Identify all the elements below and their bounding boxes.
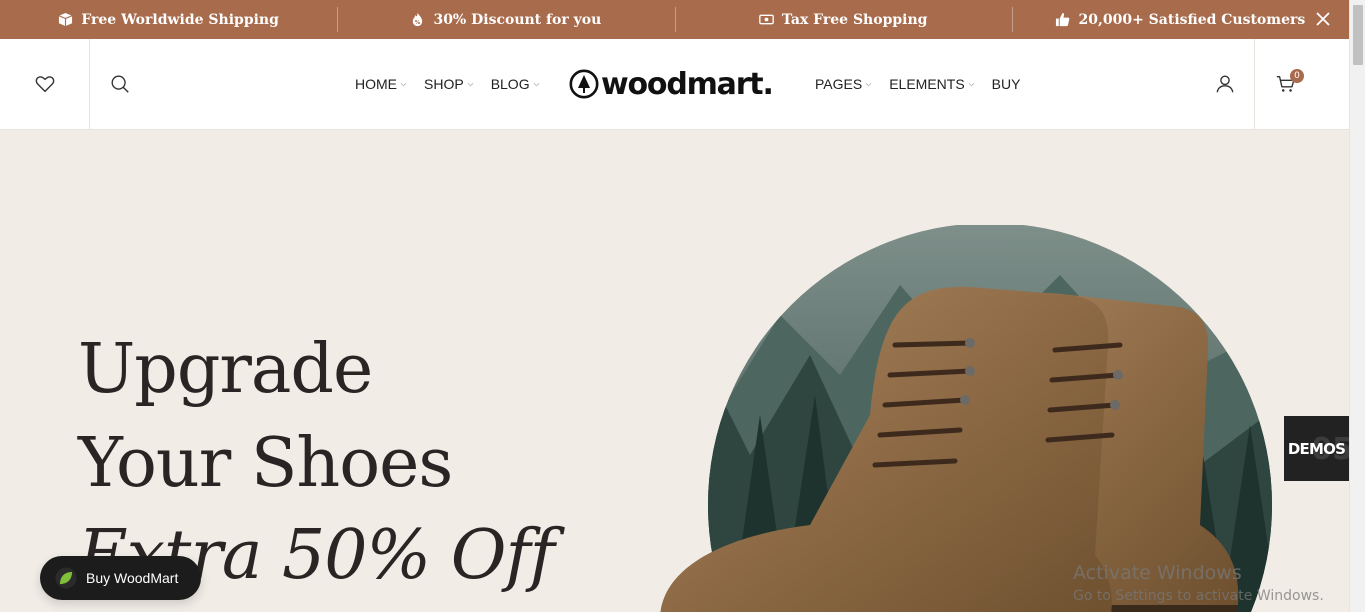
promo-item-shipping: Free Worldwide Shipping	[0, 0, 337, 39]
buy-woodmart-button[interactable]: Buy WoodMart	[40, 556, 201, 600]
nav-label: SHOP	[424, 76, 464, 92]
flame-icon: %	[413, 12, 423, 26]
tree-logo-icon	[569, 69, 599, 99]
nav-item-elements[interactable]: ELEMENTS	[889, 76, 975, 92]
promo-item-discount: % 30% Discount for you	[337, 0, 674, 39]
hero-line-2: Your Shoes	[78, 424, 453, 503]
demos-tab[interactable]: 05 DEMOS	[1284, 416, 1349, 481]
promo-label: Free Worldwide Shipping	[81, 11, 279, 28]
demos-count: 05	[1311, 432, 1349, 467]
thumbs-up-icon	[1056, 12, 1070, 27]
site-logo[interactable]: woodmart.	[569, 39, 774, 129]
promo-bar: Free Worldwide Shipping % 30% Discount f…	[0, 0, 1349, 39]
page-scrollbar[interactable]	[1349, 0, 1365, 612]
heart-icon	[35, 76, 54, 93]
site-header: HOME SHOP BLOG woodmart. PAGES ELEMENTS …	[0, 39, 1349, 130]
nav-item-buy[interactable]: BUY	[992, 76, 1021, 92]
promo-label: 30% Discount for you	[433, 11, 602, 28]
nav-label: BUY	[991, 76, 1021, 92]
close-icon[interactable]	[1313, 9, 1333, 29]
cart-button[interactable]: 0	[1256, 39, 1316, 129]
chevron-down-icon	[968, 82, 975, 86]
cart-count-badge: 0	[1290, 69, 1304, 83]
chevron-down-icon	[865, 82, 872, 86]
chevron-down-icon	[400, 82, 407, 86]
watermark-subtitle: Go to Settings to activate Windows.	[1073, 588, 1324, 604]
nav-label: PAGES	[815, 76, 863, 92]
chevron-down-icon	[533, 82, 540, 86]
buy-button-label: Buy WoodMart	[86, 570, 179, 586]
search-button[interactable]	[90, 39, 150, 129]
account-button[interactable]	[1195, 39, 1255, 129]
promo-item-tax: Tax Free Shopping	[674, 0, 1012, 39]
user-icon	[1216, 75, 1233, 93]
leaf-icon	[55, 567, 77, 589]
promo-item-customers: 20,000+ Satisfied Customers	[1011, 0, 1349, 39]
chevron-down-icon	[467, 82, 474, 86]
nav-item-pages[interactable]: PAGES	[815, 76, 872, 92]
nav-label: HOME	[355, 76, 397, 92]
svg-text:%: %	[415, 20, 421, 26]
main-nav-left: HOME SHOP BLOG	[355, 39, 540, 129]
watermark-title: Activate Windows	[1073, 562, 1242, 584]
nav-label: ELEMENTS	[889, 76, 965, 92]
hero-banner: Upgrade Your Shoes Extra 50% Off Activat…	[0, 130, 1349, 612]
search-icon	[111, 75, 129, 93]
logo-text: woodmart.	[601, 66, 774, 102]
hero-boots-image	[660, 225, 1272, 612]
promo-label: Tax Free Shopping	[781, 11, 928, 28]
main-nav-right: PAGES ELEMENTS BUY	[815, 39, 1020, 129]
nav-item-shop[interactable]: SHOP	[424, 76, 474, 92]
hero-line-1: Upgrade	[78, 330, 373, 409]
scrollbar-thumb[interactable]	[1353, 5, 1363, 65]
nav-item-home[interactable]: HOME	[355, 76, 407, 92]
wishlist-button[interactable]	[0, 39, 90, 129]
box-icon	[59, 12, 73, 27]
windows-activation-watermark: Activate Windows Go to Settings to activ…	[1073, 562, 1324, 604]
money-icon	[758, 14, 774, 25]
nav-label: BLOG	[490, 76, 530, 92]
nav-item-blog[interactable]: BLOG	[491, 76, 540, 92]
promo-label: 20,000+ Satisfied Customers	[1078, 11, 1306, 28]
